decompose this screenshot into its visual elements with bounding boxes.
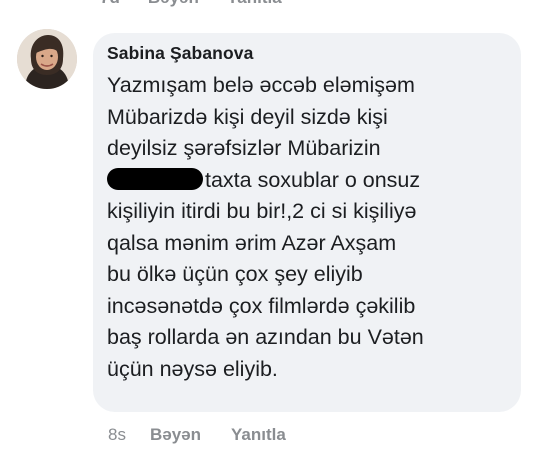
redaction-mark bbox=[107, 167, 203, 190]
previous-comment-actions: 7d Bəyən Yanıtla bbox=[100, 0, 282, 8]
comment-actions: 8s Bəyən Yanıtla bbox=[108, 425, 286, 445]
comment-line: deyilsiz şərəfsizlər Mübarizin bbox=[107, 136, 381, 160]
comment-line: Yazmışam belə əccəb eləmişəm bbox=[107, 73, 415, 97]
comment-line: kişiliyin itirdi bu bir!,2 ci si kişiliy… bbox=[107, 199, 417, 223]
comment-line-redacted: taxta soxublar o onsuz bbox=[107, 165, 509, 197]
like-button[interactable]: Bəyən bbox=[150, 425, 201, 445]
reply-button[interactable]: Yanıtla bbox=[231, 425, 286, 445]
comment-line: incəsənətdə çox filmlərdə çəkilib bbox=[107, 293, 416, 318]
avatar[interactable] bbox=[17, 29, 77, 89]
comment-line: üçün nəysə eliyib. bbox=[107, 356, 278, 381]
comment-line: bu ölkə üçün çox şey eliyib bbox=[107, 262, 363, 286]
user-avatar-photo-icon bbox=[17, 29, 77, 89]
comment-text: Yazmışam belə əccəb eləmişəm Mübarizdə k… bbox=[107, 70, 509, 385]
comment-author-name[interactable]: Sabina Şabanova bbox=[107, 42, 509, 64]
comment-line: Mübarizdə kişi deyil sizdə kişi bbox=[107, 104, 388, 129]
comment-line: qalsa mənim ərim Azər Axşam bbox=[107, 230, 397, 255]
comment-time[interactable]: 8s bbox=[108, 425, 126, 445]
previous-comment-time: 7d bbox=[100, 0, 120, 8]
comment-line: baş rollarda ən azından bu Vətən bbox=[107, 325, 424, 349]
previous-like-button[interactable]: Bəyən bbox=[148, 0, 199, 8]
comment-line-text: taxta soxublar o onsuz bbox=[205, 167, 421, 192]
comment-bubble: Sabina Şabanova Yazmışam belə əccəb eləm… bbox=[93, 33, 521, 412]
previous-reply-button[interactable]: Yanıtla bbox=[227, 0, 282, 8]
